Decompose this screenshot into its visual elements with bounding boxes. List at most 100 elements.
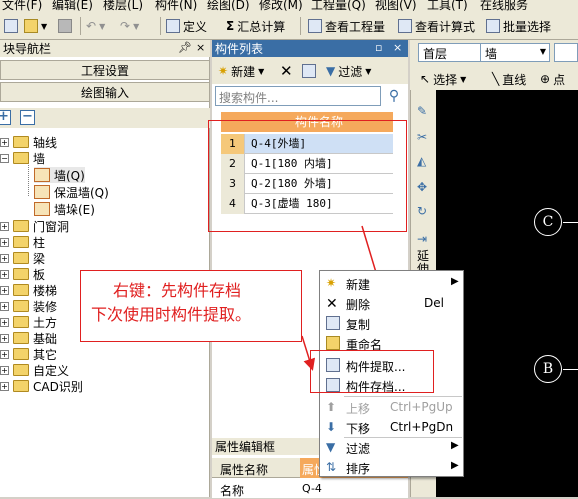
expand-icon[interactable]: + (0, 285, 9, 295)
expand-all-button[interactable]: + (0, 110, 11, 125)
rotate-icon[interactable]: ↻ (417, 204, 427, 218)
tree-item-wall-pier[interactable]: 墙垛(E) (34, 201, 95, 217)
menu-quantity[interactable]: 工程量(Q) (311, 0, 366, 12)
expand-icon[interactable]: + (0, 301, 9, 311)
tree-item-axis[interactable]: + 轴线 (0, 134, 57, 150)
collapse-all-button[interactable]: − (20, 110, 35, 125)
pencil-icon[interactable]: ✎ (417, 104, 427, 118)
property-row-name: 名称 (220, 484, 245, 498)
highlight-box-grid (208, 120, 407, 232)
menu-tools[interactable]: 工具(T) (427, 0, 468, 12)
expand-icon[interactable]: + (0, 381, 9, 391)
expand-icon[interactable]: + (0, 333, 9, 343)
folder-icon (13, 252, 29, 264)
select-tool-button[interactable]: ↖ 选择 ▼ (420, 69, 466, 89)
filter-button[interactable]: ▼ 过滤 ▼ (326, 61, 371, 81)
subtype-select[interactable] (554, 43, 578, 62)
batch-select-button[interactable]: 批量选择 (486, 16, 551, 36)
tree-item-stairs[interactable]: + 楼梯 (0, 282, 57, 298)
view-formula-button[interactable]: 查看计算式 (398, 16, 475, 36)
menu-view[interactable]: 视图(V) (375, 0, 417, 12)
search-button[interactable]: ⚲ (384, 86, 404, 106)
tree-item-custom[interactable]: + 自定义 (0, 362, 69, 378)
arrow-down-icon: ⬇ (326, 420, 337, 434)
point-tool-button[interactable]: ⊕ 点 (540, 69, 565, 89)
expand-icon[interactable]: + (0, 237, 9, 247)
menu-item-label: 下移 (346, 422, 371, 436)
tree-item-column[interactable]: + 柱 (0, 234, 45, 250)
tree-item-openings[interactable]: + 门窗洞 (0, 218, 69, 234)
menu-item-label: 新建 (346, 278, 371, 292)
expand-icon[interactable]: + (0, 365, 9, 375)
menu-item-label: 排序 (346, 462, 371, 476)
quantity-icon (308, 19, 322, 33)
tree-item-cad[interactable]: + CAD识别 (0, 378, 83, 394)
close-icon[interactable]: × (196, 41, 205, 54)
expand-icon[interactable]: + (0, 221, 9, 231)
menu-online[interactable]: 在线服务 (480, 0, 528, 12)
tree-item-wall-q[interactable]: 墙(Q) (34, 167, 85, 183)
delete-component-button[interactable]: ✕ (280, 61, 293, 81)
tree-item-beam[interactable]: + 梁 (0, 250, 45, 266)
save-icon (58, 19, 72, 33)
draw-input-button[interactable]: 绘图输入 (0, 82, 210, 102)
menu-draw[interactable]: 绘图(D) (207, 0, 250, 12)
project-settings-button[interactable]: 工程设置 (0, 60, 210, 80)
tree-item-other[interactable]: + 其它 (0, 346, 57, 362)
expand-icon[interactable]: + (0, 269, 9, 279)
move-icon[interactable]: ✥ (417, 180, 427, 194)
tree-item-wall[interactable]: − 墙 (0, 150, 45, 166)
tree-item-decoration[interactable]: + 装修 (0, 298, 57, 314)
arrow-up-icon: ⬆ (326, 400, 337, 414)
tree-item-foundation[interactable]: + 基础 (0, 330, 57, 346)
extend-icon[interactable]: ⇥ (417, 232, 427, 246)
menu-item-delete[interactable]: ✕ 删除 Del (320, 293, 465, 313)
line-tool-button[interactable]: ╲ 直线 (492, 69, 526, 89)
line-label: 直线 (502, 72, 527, 87)
copy-component-button[interactable] (302, 61, 316, 81)
menu-item-shortcut: Del (424, 296, 444, 310)
main-toolbar: ▼ ↶ ▼ ↷ ▼ 定义 Σ 汇总计算 查看工程量 查看计算式 批量选择 (0, 12, 578, 40)
folder-icon (13, 268, 29, 280)
tree-item-label: 保温墙(Q) (54, 185, 109, 200)
menu-item-copy[interactable]: 复制 (320, 313, 465, 333)
scissors-icon[interactable]: ✂ (417, 130, 427, 144)
menu-floor[interactable]: 楼层(L) (103, 0, 143, 12)
summary-button[interactable]: Σ 汇总计算 (226, 16, 285, 36)
menu-item-move-up[interactable]: ⬆ 上移 Ctrl+PgUp (320, 397, 465, 417)
tree-item-earthwork[interactable]: + 土方 (0, 314, 57, 330)
menu-item-filter[interactable]: ▼ 过滤 ▶ (320, 437, 465, 457)
component-search-input[interactable]: 搜索构件... (215, 86, 381, 106)
menu-modify[interactable]: 修改(M) (259, 0, 303, 12)
expand-icon[interactable]: + (0, 253, 9, 263)
save-button[interactable] (58, 16, 72, 36)
menu-item-new[interactable]: ✷ 新建 ▶ (320, 273, 465, 293)
new-component-button[interactable]: ✷ 新建 ▼ (218, 61, 264, 81)
menu-edit[interactable]: 编辑(E) (52, 0, 93, 12)
expand-icon[interactable]: + (0, 137, 9, 147)
collapse-icon[interactable]: − (0, 153, 9, 163)
new-file-button[interactable] (4, 16, 18, 36)
define-button[interactable]: 定义 (166, 16, 207, 36)
view-quantity-button[interactable]: 查看工程量 (308, 16, 385, 36)
pin-icon[interactable]: 📌︎ (178, 41, 192, 54)
close-icon[interactable]: × (393, 41, 402, 54)
open-file-button[interactable]: ▼ (24, 16, 47, 36)
menu-item-move-down[interactable]: ⬇ 下移 Ctrl+PgDn (320, 417, 465, 437)
expand-icon[interactable]: + (0, 317, 9, 327)
menu-item-sort[interactable]: ⇅ 排序 ▶ (320, 457, 465, 477)
new-file-icon (4, 19, 18, 33)
pin-icon[interactable]: ▫ (375, 41, 382, 54)
undo-button[interactable]: ↶ ▼ (86, 16, 105, 36)
type-select[interactable]: 墙 ▼ (480, 43, 550, 62)
chevron-down-icon: ▼ (365, 66, 372, 76)
expand-icon[interactable]: + (0, 349, 9, 359)
menu-component[interactable]: 构件(N) (155, 0, 197, 12)
menu-file[interactable]: 文件(F) (2, 0, 42, 12)
mirror-icon[interactable]: ◭ (417, 154, 426, 168)
tree-item-slab[interactable]: + 板 (0, 266, 45, 282)
tree-item-insulation-wall[interactable]: 保温墙(Q) (34, 184, 109, 200)
redo-button[interactable]: ↷ ▼ (120, 16, 139, 36)
property-row[interactable]: 名称 Q-4 (212, 480, 408, 498)
view-formula-label: 查看计算式 (415, 19, 476, 34)
